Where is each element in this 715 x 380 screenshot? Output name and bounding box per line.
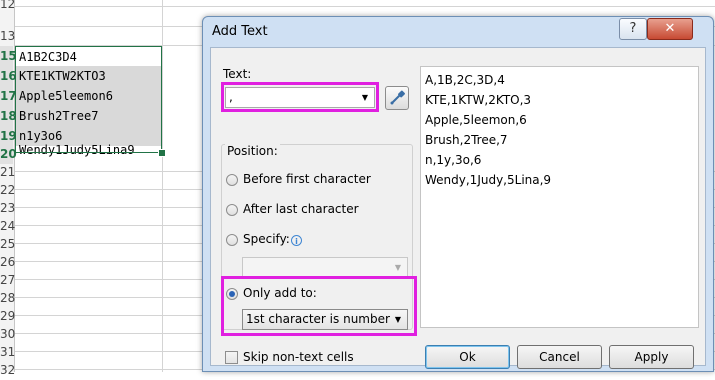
row-number[interactable]: 18 bbox=[0, 106, 17, 126]
row-number[interactable]: 29 bbox=[0, 306, 15, 326]
row-number[interactable]: 21 bbox=[0, 162, 15, 182]
ok-button[interactable]: Ok bbox=[425, 345, 510, 369]
row-number[interactable]: 31 bbox=[0, 342, 15, 362]
row-number[interactable]: 28 bbox=[0, 288, 15, 308]
preview-line: KTE,1KTW,2KTO,3 bbox=[425, 93, 532, 107]
before-first-radio[interactable] bbox=[226, 174, 238, 186]
row-number[interactable]: 27 bbox=[0, 270, 15, 290]
row-gridline bbox=[15, 6, 715, 7]
row-number[interactable]: 16 bbox=[0, 66, 17, 86]
preview-line: Brush,2Tree,7 bbox=[425, 133, 508, 147]
specify-label[interactable]: Specify: bbox=[243, 232, 290, 246]
row-number[interactable]: 22 bbox=[0, 180, 15, 200]
text-label: Text: bbox=[223, 67, 252, 81]
close-button[interactable]: ✕ bbox=[647, 18, 693, 40]
before-first-label[interactable]: Before first character bbox=[243, 172, 371, 186]
add-text-dialog: Add Text ? ✕ Text: , ▼ Position: Before … bbox=[202, 16, 714, 372]
skip-non-text-label[interactable]: Skip non-text cells bbox=[243, 350, 354, 364]
chevron-down-icon[interactable]: ▼ bbox=[358, 88, 372, 107]
selection-border bbox=[15, 46, 162, 153]
row-number[interactable]: 25 bbox=[0, 234, 15, 254]
chevron-down-icon[interactable]: ▼ bbox=[391, 310, 405, 329]
row-number[interactable]: 12 bbox=[0, 0, 15, 14]
chevron-down-icon: ▼ bbox=[394, 263, 402, 272]
preview-line: A,1B,2C,3D,4 bbox=[425, 73, 505, 87]
after-last-radio[interactable] bbox=[226, 204, 238, 216]
row-number[interactable]: 19 bbox=[0, 126, 17, 146]
only-add-to-combobox[interactable]: 1st character is number ▼ bbox=[242, 309, 408, 330]
row-number[interactable]: 17 bbox=[0, 86, 17, 106]
column-gridline bbox=[162, 0, 163, 372]
row-number[interactable]: 13 bbox=[0, 26, 15, 46]
info-icon[interactable]: i bbox=[291, 235, 302, 246]
only-add-to-label[interactable]: Only add to: bbox=[243, 286, 317, 300]
help-button[interactable]: ? bbox=[619, 18, 647, 40]
text-combobox[interactable]: , ▼ bbox=[225, 87, 375, 108]
text-combobox-value: , bbox=[229, 90, 233, 104]
row-number[interactable]: 23 bbox=[0, 198, 15, 218]
only-add-to-combobox-value: 1st character is number bbox=[246, 312, 390, 326]
preview-line: n,1y,3o,6 bbox=[425, 153, 482, 167]
specify-radio[interactable] bbox=[226, 234, 238, 246]
preview-line: Apple,5leemon,6 bbox=[425, 113, 527, 127]
preview-line: Wendy,1Judy,5Lina,9 bbox=[425, 173, 552, 187]
row-number[interactable]: 32 bbox=[0, 360, 15, 380]
eyedropper-icon bbox=[390, 90, 405, 105]
dialog-titlebar[interactable]: Add Text ? ✕ bbox=[203, 17, 713, 47]
row-number[interactable]: 24 bbox=[0, 216, 15, 236]
cancel-button[interactable]: Cancel bbox=[517, 345, 602, 369]
row-number[interactable]: 26 bbox=[0, 252, 15, 272]
row-number[interactable]: 15 bbox=[0, 46, 17, 66]
skip-non-text-checkbox[interactable] bbox=[225, 351, 238, 364]
only-add-to-radio[interactable] bbox=[226, 288, 238, 300]
dialog-client: Text: , ▼ Position: Before first charact… bbox=[210, 47, 706, 369]
position-label: Position: bbox=[225, 144, 280, 158]
preview-box: A,1B,2C,3D,4 KTE,1KTW,2KTO,3 Apple,5leem… bbox=[420, 66, 699, 328]
fill-handle[interactable] bbox=[158, 149, 166, 157]
row-number[interactable]: 20 bbox=[0, 144, 17, 164]
after-last-label[interactable]: After last character bbox=[243, 202, 359, 216]
eyedropper-button[interactable] bbox=[385, 86, 409, 110]
apply-button[interactable]: Apply bbox=[609, 345, 694, 369]
specify-combobox: ▼ bbox=[242, 257, 408, 277]
row-number[interactable]: 30 bbox=[0, 324, 15, 344]
dialog-title: Add Text bbox=[212, 24, 268, 39]
